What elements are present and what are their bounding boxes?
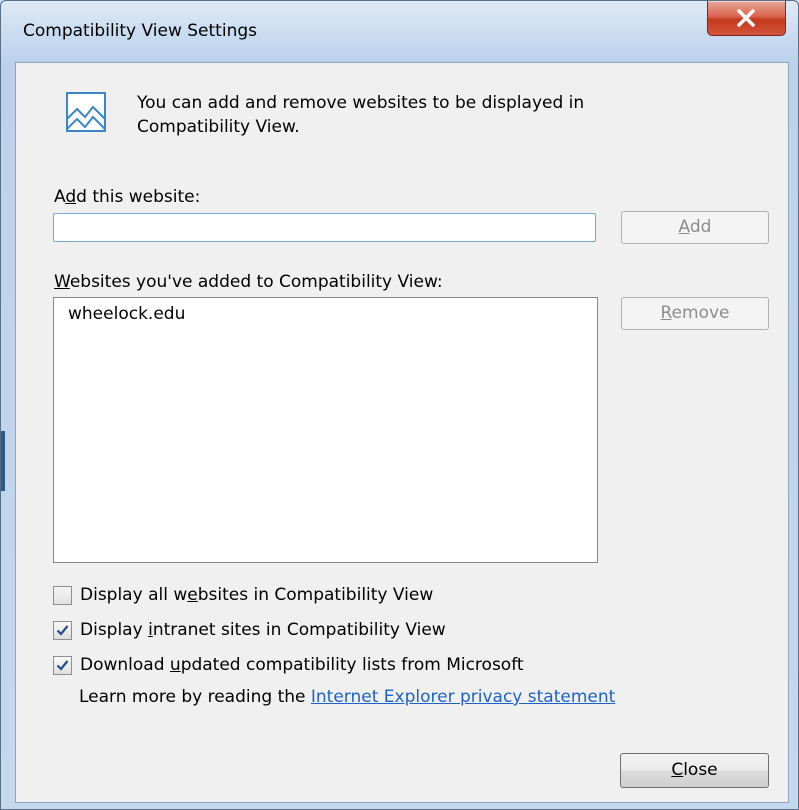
button-text: lose <box>683 760 718 780</box>
access-key: A <box>678 217 690 237</box>
websites-list-label: Websites you've added to Compatibility V… <box>54 272 443 292</box>
info-text-line1: You can add and remove websites to be di… <box>137 93 585 113</box>
add-website-label: Add this website: <box>54 187 200 207</box>
option-label: Display all websites in Compatibility Vi… <box>80 585 433 605</box>
privacy-statement-link[interactable]: Internet Explorer privacy statement <box>311 687 615 707</box>
title-bar[interactable]: Compatibility View Settings <box>1 1 798 61</box>
option-display-intranet-sites[interactable]: Display intranet sites in Compatibility … <box>53 618 446 642</box>
button-text: emove <box>671 303 730 323</box>
option-label: Display intranet sites in Compatibility … <box>80 620 446 640</box>
label-text: Display all w <box>80 585 188 605</box>
label-text: ntranet sites in Compatibility View <box>152 620 446 640</box>
button-text: dd <box>689 217 712 237</box>
compatibility-view-icon <box>66 92 106 132</box>
learn-more-label: Learn more by reading the <box>79 687 311 707</box>
list-item[interactable]: wheelock.edu <box>68 304 185 324</box>
remove-button[interactable]: Remove <box>621 297 769 330</box>
label-text: d this website: <box>76 187 201 207</box>
info-description: You can add and remove websites to be di… <box>137 91 737 139</box>
checkbox-checked[interactable] <box>53 655 72 675</box>
info-text-line2: Compatibility View. <box>137 117 300 137</box>
label-text: ebsites you've added to Compatibility Vi… <box>69 272 443 292</box>
access-key: e <box>187 585 198 605</box>
option-download-updated-lists[interactable]: Download updated compatibility lists fro… <box>53 653 524 677</box>
learn-more-text: Learn more by reading the Internet Explo… <box>79 687 615 707</box>
dialog-client-area: You can add and remove websites to be di… <box>15 62 789 803</box>
add-website-input[interactable] <box>53 213 596 242</box>
checkmark-icon <box>56 624 69 636</box>
checkbox-unchecked[interactable] <box>53 585 72 605</box>
access-key: W <box>54 272 70 292</box>
label-text: Display <box>80 620 149 640</box>
access-key: R <box>660 303 672 323</box>
compatibility-view-dialog: Compatibility View Settings You can add … <box>0 0 799 810</box>
close-icon <box>737 9 755 27</box>
access-key: u <box>169 655 181 675</box>
websites-list[interactable]: wheelock.edu <box>53 297 598 563</box>
add-button[interactable]: Add <box>621 211 769 244</box>
access-key: C <box>671 760 684 780</box>
checkmark-icon <box>56 659 69 671</box>
label-text: bsites in Compatibility View <box>197 585 434 605</box>
label-text: A <box>54 187 66 207</box>
option-label: Download updated compatibility lists fro… <box>80 655 524 675</box>
option-display-all-websites[interactable]: Display all websites in Compatibility Vi… <box>53 583 433 607</box>
window-title: Compatibility View Settings <box>23 21 257 41</box>
label-text: pdated compatibility lists from Microsof… <box>180 655 524 675</box>
checkbox-checked[interactable] <box>53 620 72 640</box>
access-key: d <box>65 187 77 207</box>
label-text: Download <box>80 655 170 675</box>
window-edge <box>1 431 5 491</box>
close-button[interactable]: Close <box>620 753 769 788</box>
window-close-button[interactable] <box>707 1 786 36</box>
